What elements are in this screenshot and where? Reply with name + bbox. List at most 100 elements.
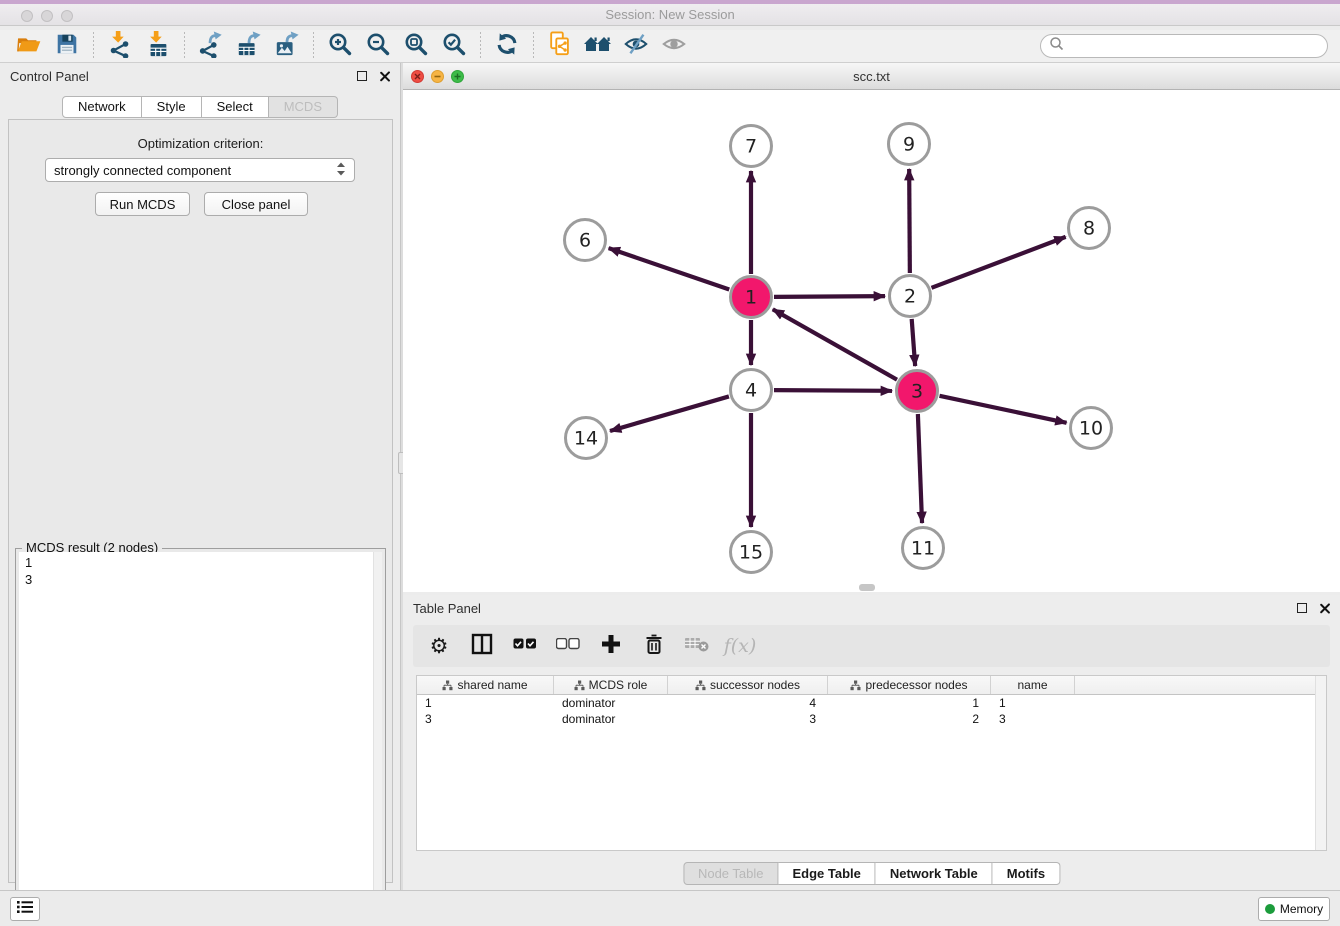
export-table-button[interactable] bbox=[235, 31, 263, 61]
table-cell[interactable]: 4 bbox=[668, 695, 828, 711]
tab-network-table[interactable]: Network Table bbox=[876, 862, 993, 885]
import-table-icon bbox=[145, 30, 171, 63]
control-panel-title: Control Panel bbox=[10, 69, 89, 84]
float-panel-icon[interactable] bbox=[1297, 603, 1307, 613]
column-header[interactable]: predecessor nodes bbox=[828, 676, 991, 694]
graph-edge[interactable] bbox=[932, 237, 1066, 288]
network-canvas[interactable]: 7968124314101511 bbox=[403, 90, 1340, 592]
table-settings-button[interactable]: ⚙ bbox=[425, 632, 453, 660]
import-network-button[interactable] bbox=[106, 31, 134, 61]
search-input[interactable] bbox=[1069, 39, 1319, 53]
window-minimize-icon[interactable] bbox=[41, 10, 53, 22]
table-cell[interactable]: 1 bbox=[828, 695, 991, 711]
table-delete-icon bbox=[684, 635, 710, 658]
graph-node-label: 3 bbox=[911, 381, 923, 403]
tab-edge-table[interactable]: Edge Table bbox=[778, 862, 875, 885]
delete-column-button[interactable] bbox=[640, 632, 668, 660]
refresh-icon bbox=[494, 31, 520, 62]
graph-node-label: 14 bbox=[574, 428, 598, 450]
table-row[interactable]: 3dominator323 bbox=[417, 711, 1326, 727]
close-panel-icon[interactable] bbox=[1319, 603, 1330, 614]
canvas-hscroll-thumb[interactable] bbox=[859, 584, 875, 591]
select-all-button[interactable] bbox=[511, 632, 539, 660]
memory-button[interactable]: Memory bbox=[1258, 897, 1330, 921]
close-panel-button[interactable]: Close panel bbox=[204, 192, 308, 216]
table-row[interactable]: 1dominator411 bbox=[417, 695, 1326, 711]
import-table-button[interactable] bbox=[144, 31, 172, 61]
save-floppy-icon bbox=[54, 31, 80, 62]
open-session-button[interactable] bbox=[15, 31, 43, 61]
graph-edge[interactable] bbox=[912, 319, 915, 366]
zoom-out-button[interactable] bbox=[364, 31, 392, 61]
zoom-in-button[interactable] bbox=[326, 31, 354, 61]
tab-style[interactable]: Style bbox=[142, 96, 202, 118]
refresh-view-button[interactable] bbox=[493, 31, 521, 61]
result-scrollbar[interactable] bbox=[373, 552, 382, 921]
export-image-button[interactable] bbox=[273, 31, 301, 61]
result-line: 1 bbox=[19, 552, 382, 571]
tab-mcds[interactable]: MCDS bbox=[269, 96, 338, 118]
graph-edge[interactable] bbox=[774, 296, 885, 297]
graph-edge[interactable] bbox=[918, 414, 922, 523]
search-field[interactable] bbox=[1040, 34, 1328, 58]
column-header[interactable]: MCDS role bbox=[554, 676, 668, 694]
zoom-selected-icon bbox=[441, 31, 467, 62]
zoom-fit-button[interactable] bbox=[402, 31, 430, 61]
graph-edge[interactable] bbox=[609, 248, 730, 289]
checked-boxes-icon bbox=[513, 637, 537, 655]
tab-network[interactable]: Network bbox=[62, 96, 142, 118]
graph-edge[interactable] bbox=[773, 309, 897, 379]
graph-node-label: 15 bbox=[739, 542, 763, 564]
criterion-dropdown[interactable]: strongly connected component bbox=[45, 158, 355, 182]
zoom-fit-icon bbox=[403, 31, 429, 62]
close-panel-icon[interactable] bbox=[379, 71, 390, 82]
graph-edge[interactable] bbox=[774, 390, 892, 391]
tab-node-table[interactable]: Node Table bbox=[683, 862, 779, 885]
save-session-button[interactable] bbox=[53, 31, 81, 61]
node-table: shared name MCDS role successor nodes pr… bbox=[416, 675, 1327, 851]
table-panel: Table Panel ⚙ f(x) shared name MCDS role… bbox=[403, 595, 1340, 890]
table-cell[interactable]: 1 bbox=[991, 695, 1075, 711]
graph-edge[interactable] bbox=[610, 396, 729, 431]
mcds-result-text[interactable]: 1 3 bbox=[19, 552, 382, 921]
zoom-selected-button[interactable] bbox=[440, 31, 468, 61]
column-header[interactable]: name bbox=[991, 676, 1075, 694]
app-titlebar: Session: New Session bbox=[0, 0, 1340, 26]
eye-icon bbox=[660, 31, 688, 62]
column-header[interactable]: shared name bbox=[417, 676, 554, 694]
function-builder-button: f(x) bbox=[726, 632, 754, 660]
add-column-button[interactable] bbox=[597, 632, 625, 660]
graph-edge[interactable] bbox=[909, 169, 910, 273]
window-close-icon[interactable] bbox=[21, 10, 33, 22]
optimization-criterion-label: Optimization criterion: bbox=[9, 136, 392, 151]
graph-edge[interactable] bbox=[939, 396, 1066, 423]
column-header[interactable]: successor nodes bbox=[668, 676, 828, 694]
zoom-in-icon bbox=[327, 31, 353, 62]
export-network-button[interactable] bbox=[197, 31, 225, 61]
table-cell[interactable]: 1 bbox=[417, 695, 554, 711]
main-toolbar bbox=[0, 30, 1340, 63]
table-panel-title: Table Panel bbox=[413, 601, 481, 616]
table-cell[interactable]: 3 bbox=[668, 711, 828, 727]
table-toolbar: ⚙ f(x) bbox=[413, 625, 1330, 667]
hide-graphics-details-button[interactable] bbox=[622, 31, 650, 61]
table-cell[interactable]: dominator bbox=[554, 695, 668, 711]
network-list-button[interactable] bbox=[10, 897, 40, 921]
float-panel-icon[interactable] bbox=[357, 71, 367, 81]
tab-motifs[interactable]: Motifs bbox=[993, 862, 1060, 885]
deselect-all-button[interactable] bbox=[554, 632, 582, 660]
table-cell[interactable]: 2 bbox=[828, 711, 991, 727]
result-line: 3 bbox=[19, 571, 382, 588]
table-cell[interactable]: 3 bbox=[991, 711, 1075, 727]
table-cell[interactable]: dominator bbox=[554, 711, 668, 727]
clone-network-button[interactable] bbox=[546, 31, 574, 61]
split-view-button[interactable] bbox=[468, 632, 496, 660]
network-window-titlebar[interactable]: scc.txt bbox=[403, 63, 1340, 90]
show-all-networks-button[interactable] bbox=[584, 31, 612, 61]
run-mcds-button[interactable]: Run MCDS bbox=[95, 192, 190, 216]
table-cell[interactable]: 3 bbox=[417, 711, 554, 727]
tab-select[interactable]: Select bbox=[202, 96, 269, 118]
table-scrollbar[interactable] bbox=[1315, 676, 1326, 850]
graph-node-label: 9 bbox=[903, 134, 915, 156]
window-zoom-icon[interactable] bbox=[61, 10, 73, 22]
